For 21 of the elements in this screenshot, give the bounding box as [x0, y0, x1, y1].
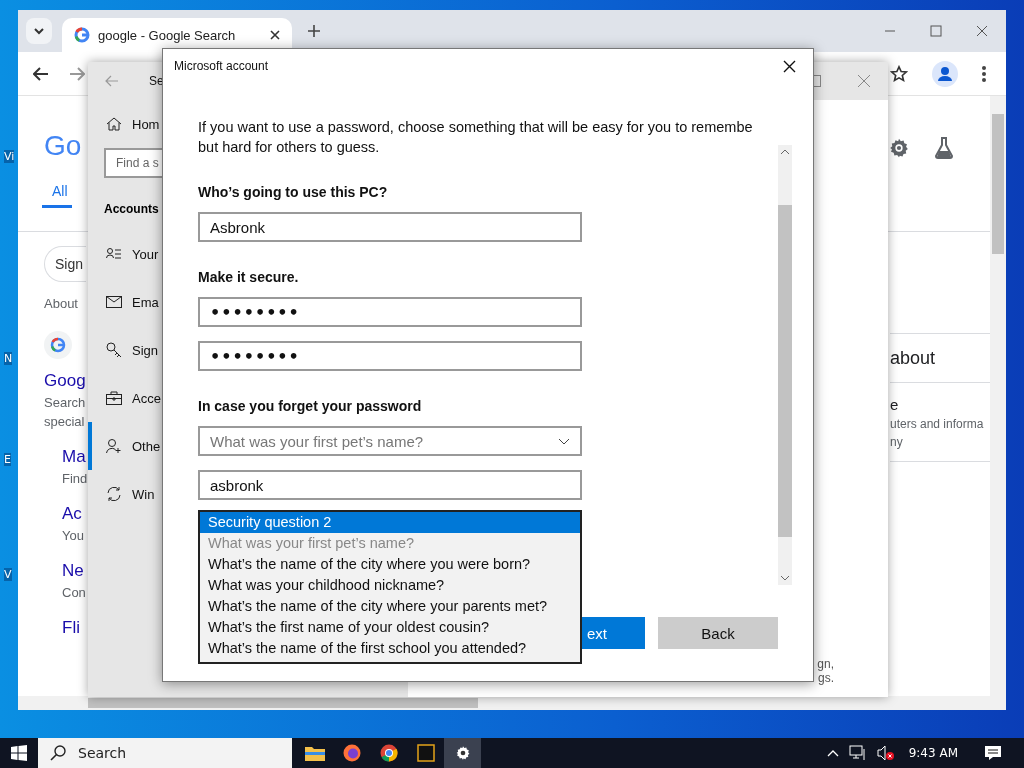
sitelink-snippet: Find — [62, 471, 88, 486]
about-text: About — [44, 296, 78, 311]
field-label: In case you forget your password — [198, 398, 422, 414]
result-snippet: Search — [44, 395, 86, 410]
description-text: gn, — [817, 657, 834, 671]
intro-text: If you want to use a password, choose something that will be easy for you to remembe — [198, 118, 753, 137]
result-snippet: special — [44, 414, 85, 429]
dialog-title: Microsoft account — [174, 59, 269, 73]
intro-text: but hard for others to guess. — [198, 138, 380, 157]
panel-title: e — [890, 395, 899, 413]
panel-heading: about — [890, 347, 936, 369]
field-label: Make it secure. — [198, 269, 299, 285]
google-logo: Go — [44, 130, 82, 162]
panel-text: ny — [890, 434, 903, 449]
sitelink-snippet: Con — [62, 585, 86, 600]
field-label: Who’s going to use this PC? — [198, 184, 388, 200]
tab-title: google - Google Search — [98, 27, 237, 43]
sitelink-snippet: You — [62, 528, 84, 543]
panel-text: uters and informa — [890, 416, 984, 431]
section-heading: Accounts — [104, 202, 159, 216]
description-text: gs. — [818, 671, 834, 685]
